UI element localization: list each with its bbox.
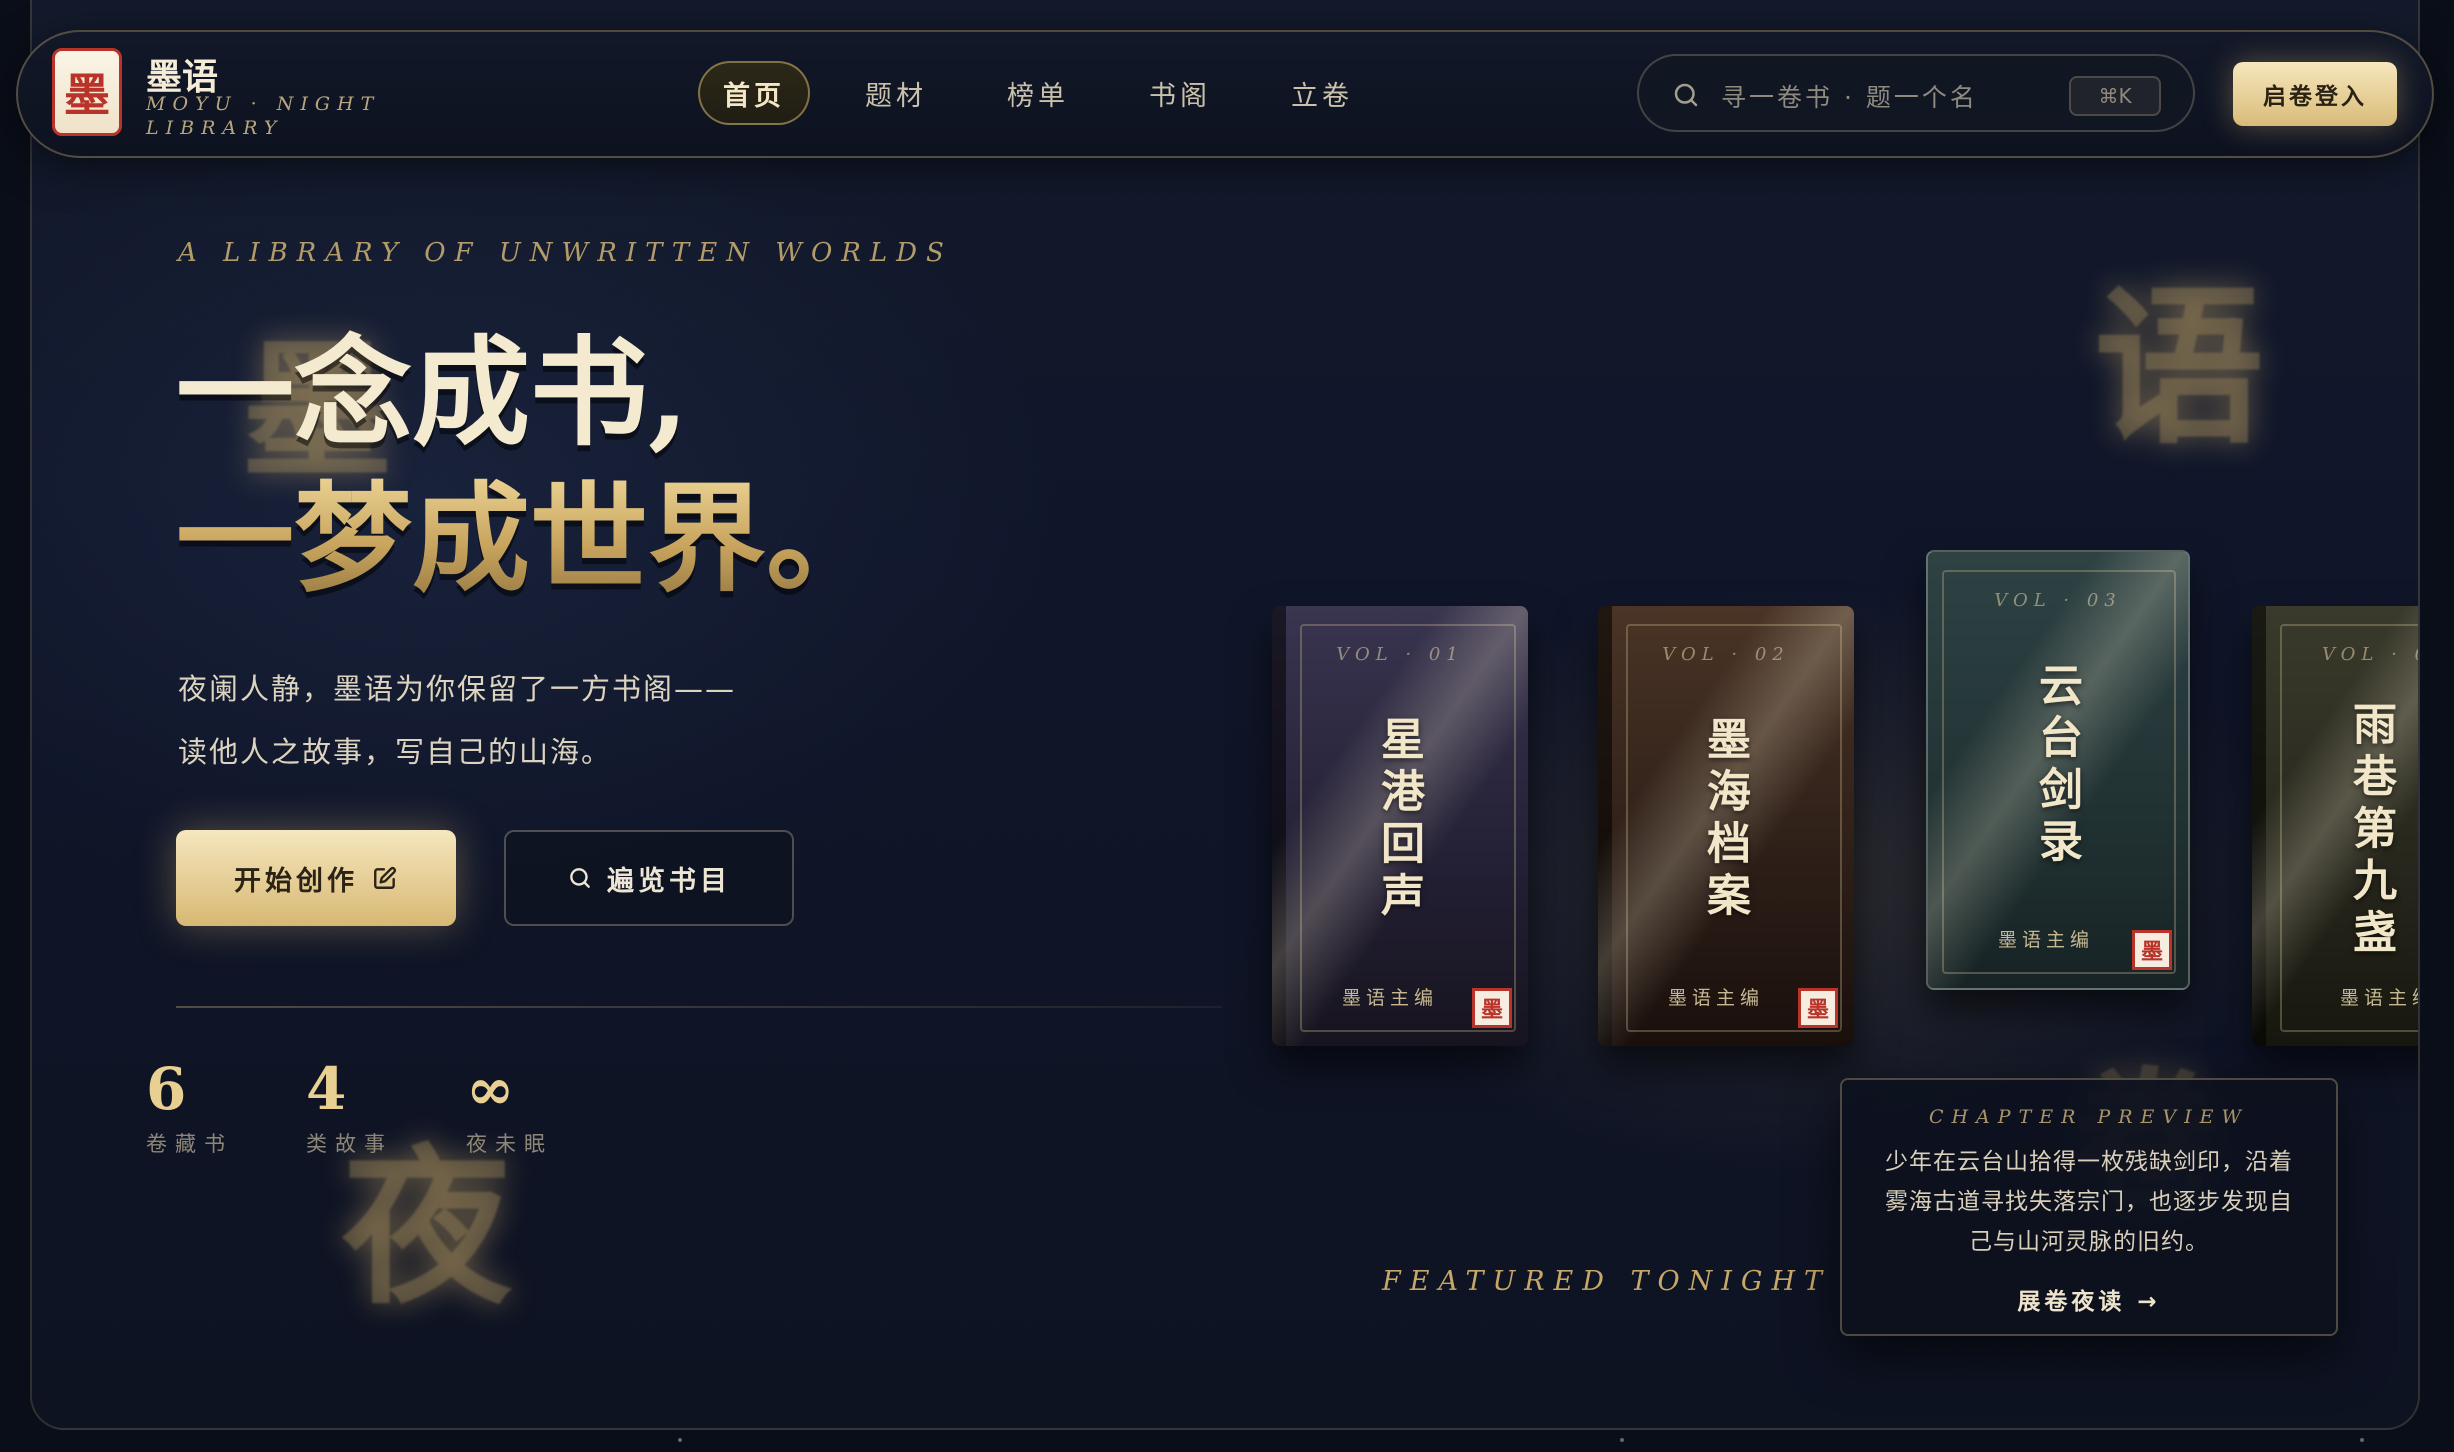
book-editor: 墨语主编 xyxy=(1342,987,1439,1009)
start-creating-button[interactable]: 开始创作 xyxy=(176,830,456,926)
stat-books: 6 卷藏书 xyxy=(146,1054,233,1158)
tab-home[interactable]: 首页 xyxy=(698,61,810,125)
stat-nights-label: 夜未眠 xyxy=(466,1132,553,1156)
stat-nights-value: ∞ xyxy=(466,1055,515,1123)
decor-dot xyxy=(1620,1438,1624,1442)
hero-divider xyxy=(176,1006,1222,1008)
read-tonight-link[interactable]: 展卷夜读 → xyxy=(1842,1282,2336,1316)
stat-genres-value: 4 xyxy=(306,1055,347,1123)
tab-library[interactable]: 书阁 xyxy=(1124,61,1236,125)
book-title: 星港回声 xyxy=(1373,716,1424,924)
preview-body: 少年在云台山拾得一枚残缺剑印，沿着雾海古道寻找失落宗门，也逐步发现自己与山河灵脉… xyxy=(1885,1149,2293,1255)
decor-dot xyxy=(678,1438,682,1442)
book-seal-stamp: 墨 xyxy=(2132,930,2172,970)
tab-create[interactable]: 立卷 xyxy=(1266,61,1378,125)
hero-intro: 夜阑人静，墨语为你保留了一方书阁—— 读他人之故事，写自己的山海。 xyxy=(178,658,878,784)
decor-dot xyxy=(2360,1438,2364,1442)
book-title: 墨海档案 xyxy=(1699,716,1750,924)
brand-seal-icon: 墨 xyxy=(64,68,110,122)
search-icon xyxy=(570,868,590,888)
page-frame: 墨 语 夜 卷 A LIBRARY OF UNWRITTEN WORLDS 一念… xyxy=(30,0,2420,1430)
featured-tonight-label: FEATURED TONIGHT xyxy=(1382,1266,1832,1297)
book-title: 雨巷第九盏灯 xyxy=(2345,701,2396,961)
tab-rankings[interactable]: 榜单 xyxy=(982,61,1094,125)
chapter-preview-card: CHAPTER PREVIEW 少年在云台山拾得一枚残缺剑印，沿着雾海古道寻找失… xyxy=(1840,1078,2338,1336)
book-editor: 墨语主编 xyxy=(1668,987,1765,1009)
login-button[interactable]: 启卷登入 xyxy=(2233,62,2397,126)
book-title: 云台剑录 xyxy=(2031,662,2082,870)
book-seal-stamp: 墨 xyxy=(1798,988,1838,1028)
search-icon xyxy=(1674,83,1698,107)
headline-line-2: 一梦成世界。 xyxy=(176,466,884,612)
stat-genres: 4 类故事 xyxy=(306,1054,393,1158)
stat-books-label: 卷藏书 xyxy=(146,1132,233,1156)
hero-headline: 一念成书, 一梦成世界。 xyxy=(176,320,884,612)
book-editor: 墨语主编 xyxy=(1998,929,2095,951)
hero-tagline: A LIBRARY OF UNWRITTEN WORLDS xyxy=(178,238,953,268)
start-creating-label: 开始创作 xyxy=(234,865,358,897)
stat-books-value: 6 xyxy=(146,1055,187,1123)
stat-genres-label: 类故事 xyxy=(306,1132,393,1156)
preview-title: CHAPTER PREVIEW xyxy=(1928,1106,2250,1128)
stat-nights: ∞ 夜未眠 xyxy=(466,1054,553,1158)
brand-logo[interactable]: 墨 xyxy=(52,48,122,136)
intro-line-1: 夜阑人静，墨语为你保留了一方书阁—— xyxy=(178,672,737,706)
book-card-4[interactable]: VOL · 04 雨巷第九盏灯 墨语主编 xyxy=(2252,606,2418,1046)
browse-catalog-button[interactable]: 遍览书目 xyxy=(504,830,794,926)
book-card-3[interactable]: VOL · 03 云台剑录 墨语主编 墨 xyxy=(1926,550,2190,990)
book-editor: 墨语主编 xyxy=(2340,987,2418,1009)
headline-line-1: 一念成书, xyxy=(176,323,690,462)
search-shortcut-badge: ⌘K xyxy=(2069,76,2161,116)
book-card-1[interactable]: VOL · 01 星港回声 墨语主编 墨 xyxy=(1272,606,1528,1046)
book-vol: VOL · 01 xyxy=(1336,644,1464,665)
intro-line-2: 读他人之故事，写自己的山海。 xyxy=(178,735,613,769)
book-vol: VOL · 04 xyxy=(2322,644,2418,665)
book-seal-stamp: 墨 xyxy=(1472,988,1512,1028)
browse-catalog-label: 遍览书目 xyxy=(607,865,731,897)
ghost-char-yu: 语 xyxy=(2094,268,2265,468)
tab-genres[interactable]: 题材 xyxy=(840,61,952,125)
edit-icon xyxy=(374,867,396,889)
brand-subtitle: MOYU · NIGHT LIBRARY xyxy=(146,93,381,139)
book-card-2[interactable]: VOL · 02 墨海档案 墨语主编 墨 xyxy=(1598,606,1854,1046)
book-vol: VOL · 02 xyxy=(1662,644,1790,665)
nav-tabs: 首页 题材 榜单 书阁 立卷 xyxy=(698,61,1378,125)
search-placeholder: 寻一卷书 · 题一个名 xyxy=(1721,83,1978,112)
search-input[interactable]: 寻一卷书 · 题一个名 ⌘K xyxy=(1637,54,2195,132)
book-vol: VOL · 03 xyxy=(1994,590,2122,611)
